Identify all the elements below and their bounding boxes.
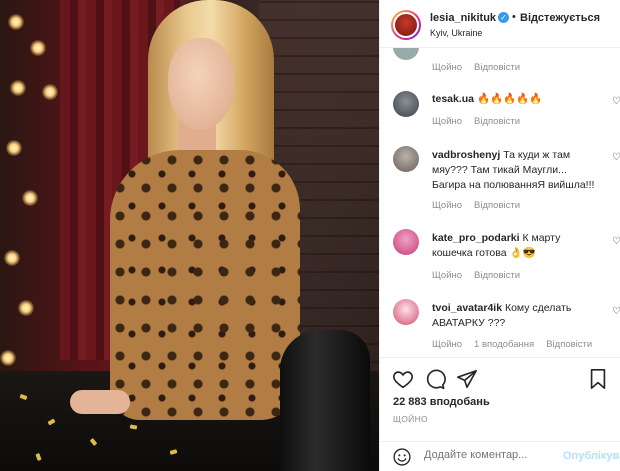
comments-list[interactable]: Щойно Відповісти tesak.ua 🔥🔥🔥🔥🔥 ♡ Щойно Ві…: [380, 48, 620, 357]
post-sidebar: lesia_nikituk ✓ • Відстежується Kyiv, Uk…: [379, 0, 620, 471]
comment-composer: Опублікувати: [380, 441, 620, 471]
comment-username[interactable]: tesak.ua: [432, 93, 474, 105]
comment-time: Щойно: [432, 270, 463, 281]
light-bulb: [6, 140, 22, 156]
woman-face: [168, 38, 234, 130]
comment-like-heart-icon[interactable]: ♡: [612, 236, 620, 247]
post-header: lesia_nikituk ✓ • Відстежується Kyiv, Uk…: [380, 0, 620, 48]
comment-icon[interactable]: [424, 368, 446, 390]
comment-meta: Щойно Відповісти: [432, 62, 532, 73]
reply-button[interactable]: Відповісти: [474, 270, 520, 281]
post-photo[interactable]: [0, 0, 379, 471]
verified-badge-icon: ✓: [498, 12, 509, 23]
commenter-avatar[interactable]: [393, 91, 419, 117]
light-bulb: [42, 84, 58, 100]
comment-meta: Щойно Відповісти: [432, 200, 532, 211]
light-bulb: [0, 350, 16, 366]
follow-status-button[interactable]: Відстежується: [520, 12, 600, 24]
comment-time: Щойно: [432, 339, 463, 350]
leopard-jacket: [110, 150, 300, 420]
comment-time: Щойно: [432, 116, 463, 127]
commenter-avatar[interactable]: [393, 229, 419, 255]
likes-count[interactable]: 22 883 вподобань: [393, 396, 490, 408]
comment-body: tvoi_avatar4ik Кому сделать АВАТАРКУ ???: [432, 301, 602, 331]
comment-like-heart-icon[interactable]: ♡: [612, 306, 620, 317]
author-avatar[interactable]: [391, 10, 421, 40]
post-time: ЩОЙНО: [393, 414, 428, 424]
leather-pants: [280, 330, 370, 471]
comment-username[interactable]: tvoi_avatar4ik: [432, 302, 502, 314]
comment-body: kate_pro_podarki К марту кошечка готова …: [432, 231, 602, 261]
reply-button[interactable]: Відповісти: [474, 200, 520, 211]
separator-dot: •: [512, 11, 516, 23]
comment-meta: Щойно Відповісти: [432, 116, 532, 127]
comment-time: Щойно: [432, 200, 463, 211]
woman-hand: [70, 390, 130, 414]
comment-likes[interactable]: 1 вподобання: [474, 339, 534, 350]
comment-meta: Щойно 1 вподобання Відповісти: [432, 339, 604, 350]
comment-body: tesak.ua 🔥🔥🔥🔥🔥: [432, 92, 602, 107]
reply-button[interactable]: Відповісти: [474, 116, 520, 127]
commenter-avatar[interactable]: [393, 48, 419, 60]
comment-username[interactable]: vadbroshenyj: [432, 149, 500, 161]
share-icon[interactable]: [456, 368, 478, 390]
bookmark-icon[interactable]: [587, 368, 609, 390]
emoji-icon[interactable]: [392, 447, 412, 467]
light-bulb: [10, 80, 26, 96]
comment-like-heart-icon[interactable]: ♡: [612, 152, 620, 163]
reply-button[interactable]: Відповісти: [546, 339, 592, 350]
comment-text: 🔥🔥🔥🔥🔥: [476, 93, 543, 105]
light-bulb: [18, 300, 34, 316]
comment-input[interactable]: [424, 449, 554, 461]
commenter-avatar[interactable]: [393, 299, 419, 325]
reply-button[interactable]: Відповісти: [474, 62, 520, 73]
light-bulb: [4, 250, 20, 266]
light-bulb: [8, 14, 24, 30]
comment-like-heart-icon[interactable]: ♡: [612, 96, 620, 107]
comment-meta: Щойно Відповісти: [432, 270, 532, 281]
light-bulb: [22, 190, 38, 206]
publish-button[interactable]: Опублікувати: [563, 450, 620, 462]
light-bulb: [30, 40, 46, 56]
heart-icon[interactable]: [392, 368, 414, 390]
post-location[interactable]: Kyiv, Ukraine: [430, 28, 482, 38]
comment-username[interactable]: kate_pro_podarki: [432, 232, 520, 244]
commenter-avatar[interactable]: [393, 146, 419, 172]
author-username[interactable]: lesia_nikituk: [430, 12, 496, 24]
comment-body: vadbroshenyj Та куди ж там мяу??? Там ти…: [432, 148, 602, 193]
comment-time: Щойно: [432, 62, 463, 73]
